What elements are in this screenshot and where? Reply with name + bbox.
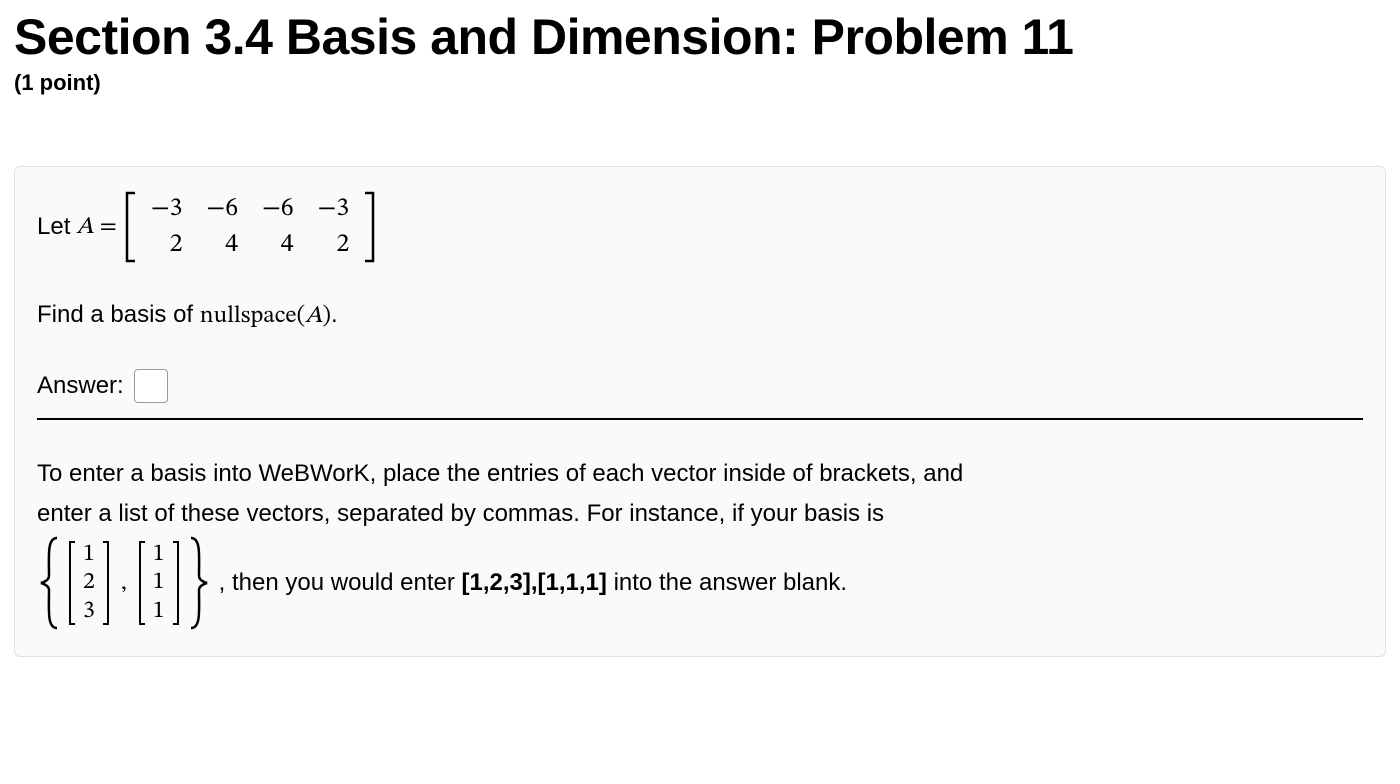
example-basis-row: 1 2 3 , 1 1 1 , the xyxy=(37,536,1363,630)
right-bracket-icon xyxy=(171,540,181,626)
comma-sep: , xyxy=(121,565,127,601)
hint-post-suf: into the answer blank. xyxy=(607,569,847,596)
hint-post: , then you would enter [1,2,3],[1,1,1] i… xyxy=(219,565,847,601)
right-bracket-icon xyxy=(363,191,377,263)
nullspace-label: nullspace xyxy=(200,304,297,328)
table-row: 1 xyxy=(149,569,169,598)
matrix-cell: 1 xyxy=(79,540,99,569)
hint-example-entry: [1,2,3],[1,1,1] xyxy=(462,569,607,596)
matrix-cell: 2 xyxy=(306,227,362,263)
let-label: Let xyxy=(37,209,70,245)
table-row: 1 xyxy=(149,597,169,626)
matrix-A: −3 −6 −6 −3 2 4 4 2 xyxy=(123,191,377,263)
matrix-cell: −3 xyxy=(139,191,195,227)
problem-title: Section 3.4 Basis and Dimension: Problem… xyxy=(14,8,1386,66)
matrix-cell: 3 xyxy=(79,597,99,626)
matrix-cell: 2 xyxy=(79,569,99,598)
answer-row: Answer: xyxy=(37,368,1363,420)
answer-label: Answer: xyxy=(37,368,124,404)
left-bracket-icon xyxy=(123,191,137,263)
table-row: −3 −6 −6 −3 xyxy=(139,191,361,227)
matrix-cell: −6 xyxy=(194,191,250,227)
example-vector-2: 1 1 1 xyxy=(137,540,181,626)
hint-line-2: enter a list of these vectors, separated… xyxy=(37,496,1363,532)
points-label: (1 point) xyxy=(14,70,1386,96)
matrix-A-table: −3 −6 −6 −3 2 4 4 2 xyxy=(139,191,361,263)
close-paren: ) xyxy=(322,304,331,328)
matrix-cell: 1 xyxy=(149,569,169,598)
var-A: A xyxy=(76,209,93,245)
arg-A: A xyxy=(305,304,322,328)
table-row: 2 xyxy=(79,569,99,598)
find-instruction: Find a basis of nullspace(A). xyxy=(37,297,1363,334)
hint-post-pre: , then you would enter xyxy=(219,569,462,596)
hint-line-1: To enter a basis into WeBWorK, place the… xyxy=(37,456,1363,492)
left-brace-icon xyxy=(37,536,63,630)
table-row: 1 xyxy=(79,540,99,569)
table-row: 3 xyxy=(79,597,99,626)
right-bracket-icon xyxy=(101,540,111,626)
table-row: 1 xyxy=(149,540,169,569)
matrix-cell: −3 xyxy=(306,191,362,227)
right-brace-icon xyxy=(185,536,211,630)
problem-container: Let A = −3 −6 −6 −3 2 4 4 2 xyxy=(14,166,1386,657)
matrix-cell: 4 xyxy=(250,227,306,263)
matrix-cell: −6 xyxy=(250,191,306,227)
vector-1-table: 1 2 3 xyxy=(79,540,99,626)
vector-2-table: 1 1 1 xyxy=(149,540,169,626)
example-vector-1: 1 2 3 xyxy=(67,540,111,626)
matrix-cell: 1 xyxy=(149,597,169,626)
equals-sign: = xyxy=(100,209,117,245)
table-row: 2 4 4 2 xyxy=(139,227,361,263)
period: . xyxy=(331,301,338,328)
let-A-row: Let A = −3 −6 −6 −3 2 4 4 2 xyxy=(37,191,1363,263)
matrix-cell: 1 xyxy=(149,540,169,569)
find-text: Find a basis of xyxy=(37,301,200,328)
matrix-cell: 4 xyxy=(194,227,250,263)
open-paren: ( xyxy=(297,304,306,328)
left-bracket-icon xyxy=(67,540,77,626)
answer-input[interactable] xyxy=(134,369,168,403)
left-bracket-icon xyxy=(137,540,147,626)
matrix-cell: 2 xyxy=(139,227,195,263)
